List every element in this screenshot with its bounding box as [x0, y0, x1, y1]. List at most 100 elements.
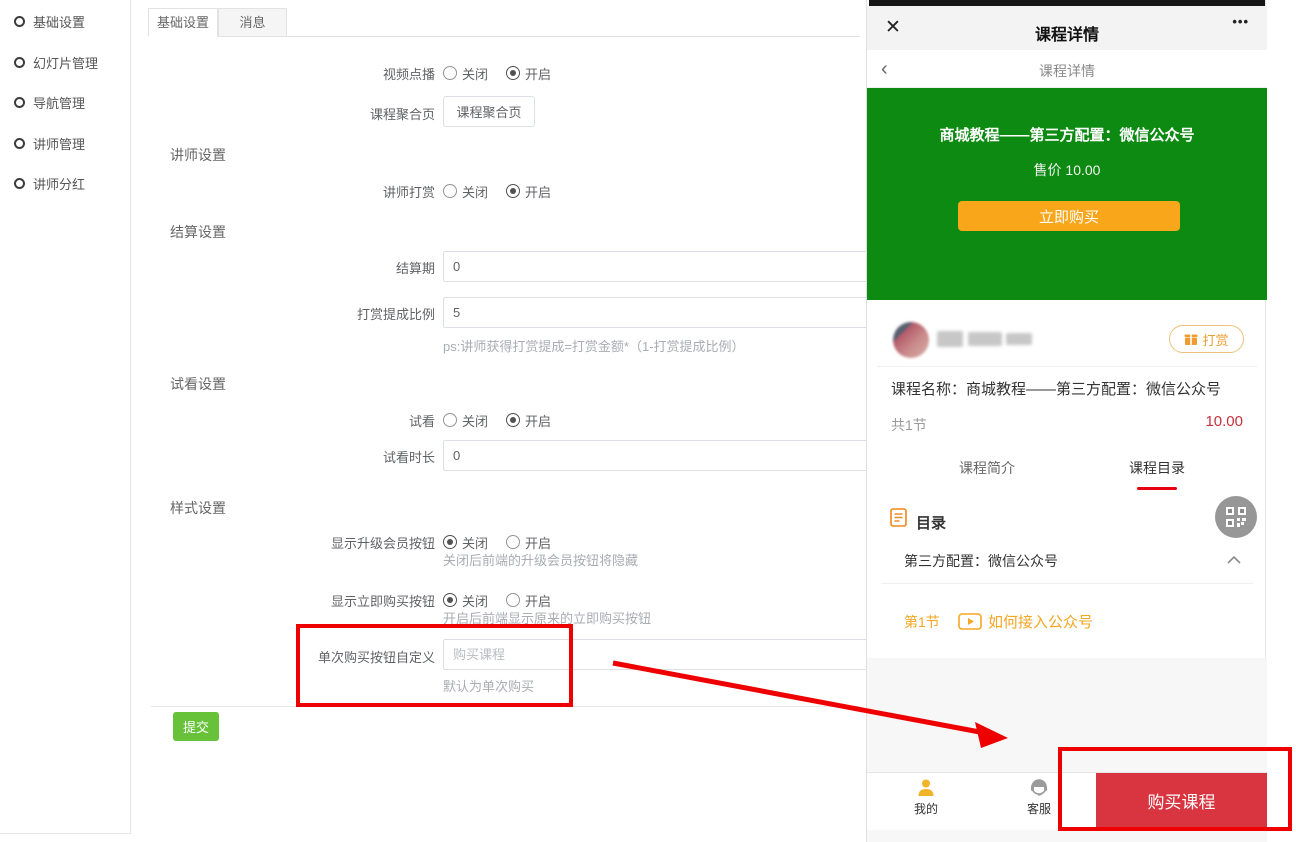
form-row-vod: 视频点播 关闭 开启 [0, 63, 569, 83]
section-title-lecturer: 讲师设置 [170, 145, 226, 165]
section-title-trial: 试看设置 [170, 374, 226, 394]
chapter-row-title[interactable]: 第三方配置：微信公众号 [904, 551, 1058, 571]
catalog-title: 目录 [916, 512, 946, 533]
radio-label: 关闭 [462, 591, 488, 610]
chevron-up-icon[interactable] [1227, 555, 1241, 564]
phone-page-title: 课程详情 [867, 21, 1267, 45]
divider [881, 583, 1253, 584]
nav-item-label: 我的 [914, 800, 938, 817]
hero-course-title: 商城教程——第三方配置：微信公众号 [867, 124, 1267, 145]
gift-icon [1184, 332, 1198, 346]
phone-preview: ✕ 课程详情 ••• ‹ 课程详情 商城教程——第三方配置：微信公众号 售价 1… [866, 0, 1266, 842]
circle-icon [14, 16, 25, 27]
reward-button[interactable]: 打赏 [1169, 325, 1244, 353]
course-name-text: 课程名称：商城教程——第三方配置：微信公众号 [891, 378, 1251, 399]
tab-message[interactable]: 消息 [218, 8, 287, 37]
form-row-settle-period: 结算期 [0, 257, 435, 277]
vod-on-radio[interactable] [506, 66, 520, 80]
submit-button[interactable]: 提交 [173, 712, 219, 741]
headset-icon [1029, 778, 1049, 798]
reward-button-label: 打赏 [1202, 330, 1228, 349]
buynow-hint: 开启后前端显示原来的立即购买按钮 [443, 608, 651, 627]
video-play-icon [958, 613, 982, 630]
active-tab-underline [1137, 487, 1177, 490]
phone-header: ✕ 课程详情 ••• [867, 6, 1267, 50]
phone-subheader: ‹ 课程详情 [867, 50, 1267, 88]
form-row-reward: 讲师打赏 关闭 开启 [0, 181, 569, 201]
radio-label: 关闭 [462, 64, 488, 83]
qr-code-float-button[interactable] [1215, 496, 1257, 538]
field-label: 讲师打赏 [0, 182, 435, 201]
tab-basic-settings[interactable]: 基础设置 [148, 8, 218, 37]
tab-course-intro[interactable]: 课程简介 [927, 458, 1047, 478]
form-row-aggregate: 课程聚合页 [0, 103, 435, 123]
form-row-buynow-button: 显示立即购买按钮 关闭 开启 [0, 590, 569, 610]
tab-course-catalog[interactable]: 课程目录 [1097, 458, 1217, 478]
sidebar-item-label: 讲师管理 [33, 134, 85, 153]
buynow-off-radio[interactable] [443, 593, 457, 607]
divider [151, 706, 860, 707]
circle-icon [14, 138, 25, 149]
vod-off-radio[interactable] [443, 66, 457, 80]
divider [877, 366, 1257, 367]
reward-off-radio[interactable] [443, 184, 457, 198]
qr-icon [1226, 507, 1246, 527]
form-row-trial: 试看 关闭 开启 [0, 410, 569, 430]
radio-label: 开启 [525, 591, 551, 610]
lesson-count: 共1节 [891, 415, 927, 435]
sidebar-item-lecturer-mgmt[interactable]: 讲师管理 [14, 134, 85, 152]
trial-on-radio[interactable] [506, 413, 520, 427]
upgrade-off-radio[interactable] [443, 535, 457, 549]
form-row-single-buy: 单次购买按钮自定义 [0, 646, 435, 666]
lesson-title[interactable]: 如何接入公众号 [988, 611, 1093, 632]
blurred-username [1006, 333, 1032, 345]
phone-bottom-nav: 我的 客服 购买课程 [867, 772, 1267, 830]
upgrade-on-radio[interactable] [506, 535, 520, 549]
nav-item-mine[interactable]: 我的 [898, 778, 954, 817]
hero-price: 售价 10.00 [867, 160, 1267, 180]
more-icon[interactable]: ••• [1232, 14, 1249, 29]
radio-label: 开启 [525, 533, 551, 552]
single-buy-hint: 默认为单次购买 [443, 676, 534, 695]
field-label: 显示立即购买按钮 [0, 591, 435, 610]
trial-off-radio[interactable] [443, 413, 457, 427]
field-label: 结算期 [0, 258, 435, 277]
lesson-number: 第1节 [904, 612, 940, 632]
tabbar-divider [148, 36, 860, 37]
form-row-upgrade-button: 显示升级会员按钮 关闭 开启 [0, 532, 569, 552]
field-label: 视频点播 [0, 64, 435, 83]
form-row-commission: 打赏提成比例 [0, 303, 435, 323]
radio-label: 关闭 [462, 411, 488, 430]
buynow-on-radio[interactable] [506, 593, 520, 607]
reward-on-radio[interactable] [506, 184, 520, 198]
course-aggregate-page-button[interactable]: 课程聚合页 [443, 96, 535, 127]
person-icon [916, 778, 936, 798]
buy-now-button[interactable]: 立即购买 [958, 201, 1180, 231]
sidebar-item-basic-settings[interactable]: 基础设置 [14, 12, 85, 30]
course-hero-banner: 商城教程——第三方配置：微信公众号 售价 10.00 立即购买 [867, 88, 1267, 300]
phone-bottom-strip [867, 830, 1267, 842]
nav-item-label: 客服 [1027, 800, 1051, 817]
field-label: 试看 [0, 411, 435, 430]
blurred-username [968, 332, 1002, 346]
phone-subtitle: 课程详情 [867, 61, 1267, 81]
form-row-trial-duration: 试看时长 [0, 446, 435, 466]
field-label: 试看时长 [0, 447, 435, 466]
content-placeholder-area [867, 658, 1267, 772]
sidebar-item-label: 基础设置 [33, 12, 85, 31]
commission-hint: ps:讲师获得打赏提成=打赏金额*（1-打赏提成比例） [443, 336, 745, 355]
radio-label: 关闭 [462, 533, 488, 552]
field-label: 课程聚合页 [0, 104, 435, 123]
field-label: 显示升级会员按钮 [0, 533, 435, 552]
buy-course-button[interactable]: 购买课程 [1096, 773, 1267, 828]
nav-item-service[interactable]: 客服 [1011, 778, 1067, 817]
section-title-settlement: 结算设置 [170, 222, 226, 242]
upgrade-hint: 关闭后前端的升级会员按钮将隐藏 [443, 550, 638, 569]
catalog-doc-icon [890, 508, 907, 527]
course-price: 10.00 [1205, 413, 1243, 430]
radio-label: 关闭 [462, 182, 488, 201]
field-label: 打赏提成比例 [0, 304, 435, 323]
radio-label: 开启 [525, 64, 551, 83]
blurred-username [937, 331, 963, 347]
section-title-style: 样式设置 [170, 498, 226, 518]
